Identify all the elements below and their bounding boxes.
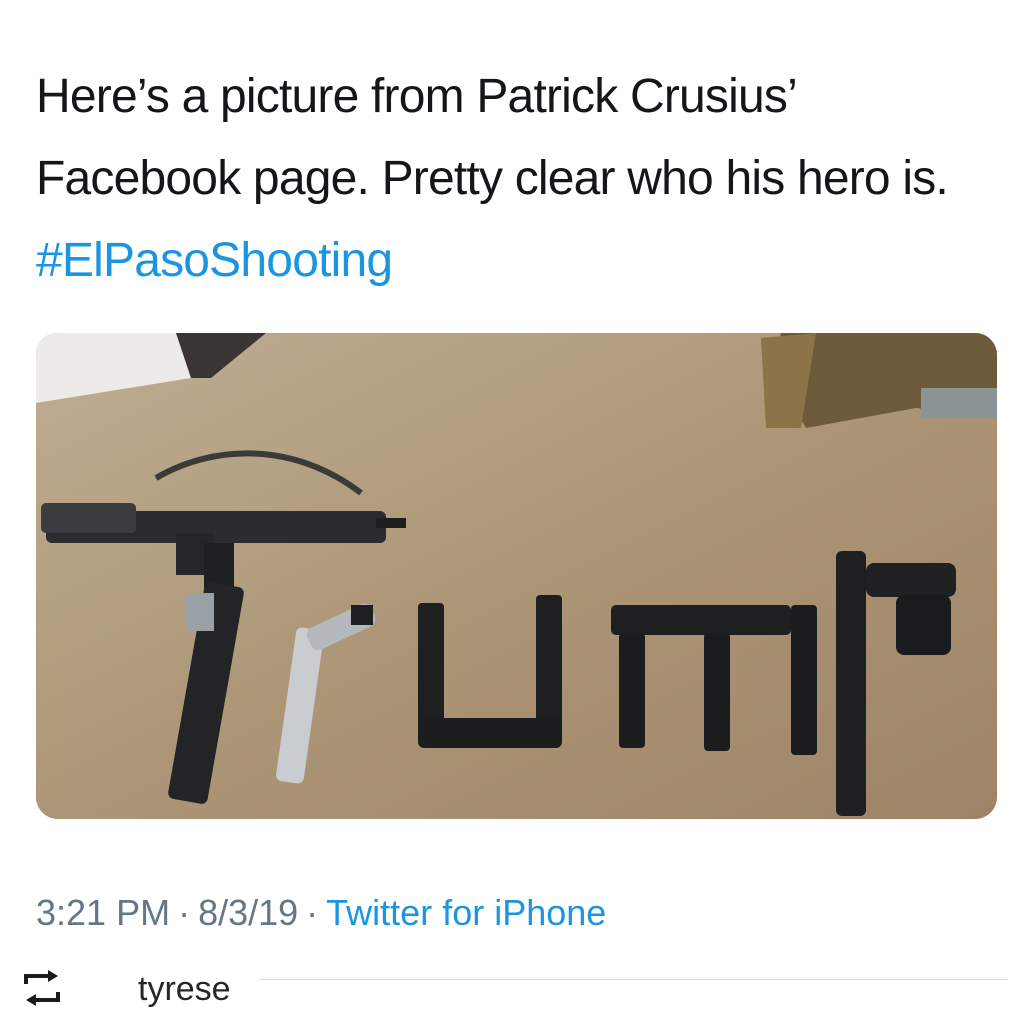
repost-attribution: tyrese <box>22 966 1012 1016</box>
hashtag-link[interactable]: #ElPasoShooting <box>36 234 393 287</box>
repost-username[interactable]: tyrese <box>138 970 231 1009</box>
tweet-source-link[interactable]: Twitter for iPhone <box>326 892 606 933</box>
tweet-time: 3:21 PM <box>36 892 171 933</box>
meta-separator: · <box>178 892 191 933</box>
photo-image <box>36 333 997 819</box>
repost-icon <box>24 970 60 1006</box>
tweet-body: Here’s a picture from Patrick Crusius’ F… <box>36 70 949 205</box>
divider <box>260 979 1008 980</box>
meta-separator: · <box>306 892 319 933</box>
tweet-text: Here’s a picture from Patrick Crusius’ F… <box>36 56 996 302</box>
tweet-meta: 3:21 PM · 8/3/19 · Twitter for iPhone <box>36 892 606 934</box>
tweet-date: 8/3/19 <box>198 892 299 933</box>
tweet-photo[interactable] <box>36 333 997 819</box>
